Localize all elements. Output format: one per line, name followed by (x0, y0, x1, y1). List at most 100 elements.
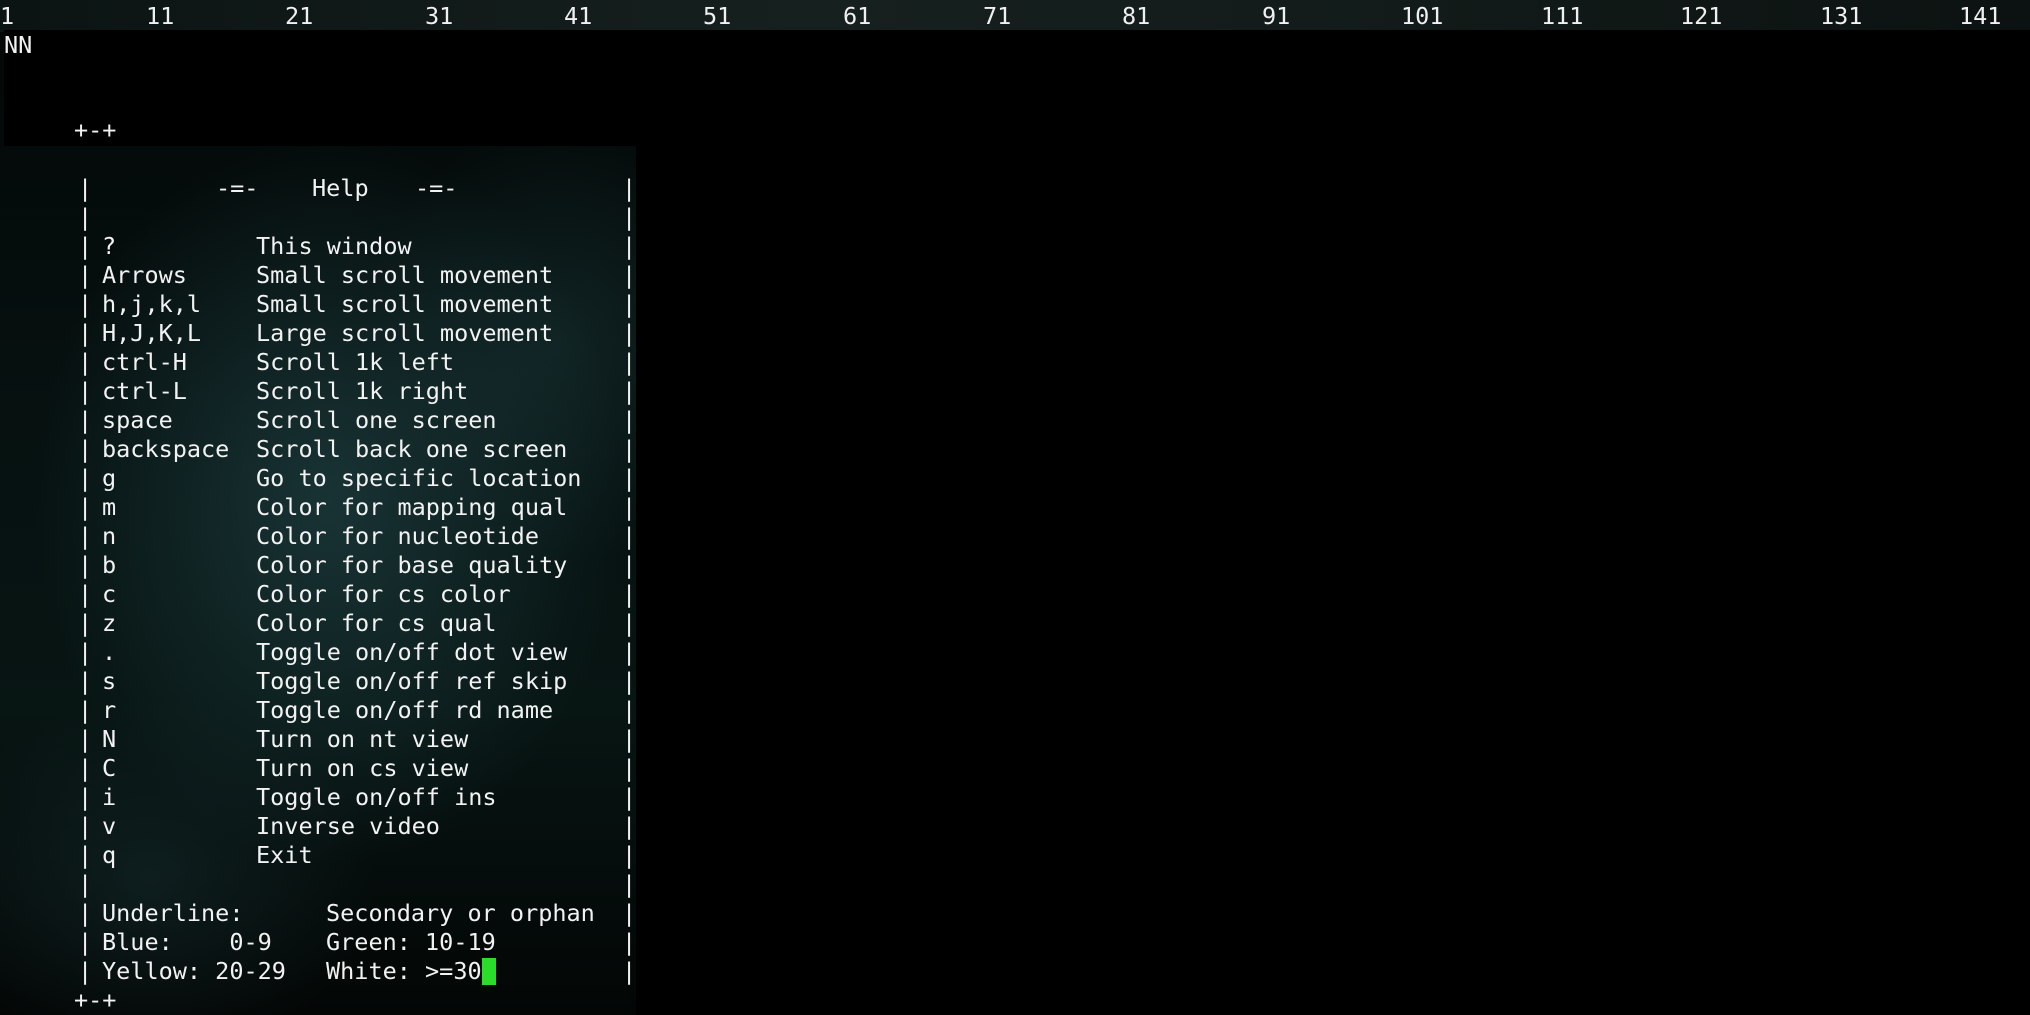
shortcut-row: | | v Inverse video (0, 812, 636, 841)
shortcut-key: s (102, 667, 117, 695)
legend-value: Secondary or orphan (326, 899, 595, 927)
shortcut-row: | | N Turn on nt view (0, 725, 636, 754)
help-border-right: | (622, 522, 637, 550)
help-border-left: | (78, 203, 93, 231)
shortcut-description: Small scroll movement (256, 290, 554, 318)
help-border-right: | (622, 493, 637, 521)
help-border-right: | (622, 377, 637, 405)
help-border-left: | (78, 348, 93, 376)
help-title: Help (312, 174, 369, 202)
shortcut-key: . (102, 638, 117, 666)
help-border-right: | (622, 174, 637, 202)
help-border-right: | (622, 232, 637, 260)
shortcut-key: m (102, 493, 117, 521)
help-border-left: | (78, 406, 93, 434)
legend-label: Underline: (102, 899, 244, 927)
help-border-right: | (622, 261, 637, 289)
ruler-position-label: 51 (703, 2, 732, 30)
terminal-screen[interactable]: 1 11 21 31 41 51 61 71 81 91 101 111 121 131 141 NN +-… (0, 0, 2030, 1015)
help-title-row: | | -=- Help -=- (0, 174, 636, 203)
help-border-right: | (622, 957, 637, 985)
shortcut-description: Color for base quality (256, 551, 568, 579)
shortcut-key: q (102, 841, 117, 869)
help-border-right: | (622, 667, 637, 695)
shortcut-description: Turn on nt view (256, 725, 469, 753)
shortcut-key: ctrl-L (102, 377, 187, 405)
legend-value: White: >=30 (326, 957, 482, 985)
shortcut-row: | | c Color for cs color (0, 580, 636, 609)
shortcut-row: | | n Color for nucleotide (0, 522, 636, 551)
shortcut-row: | | q Exit (0, 841, 636, 870)
help-border-right: | (622, 203, 637, 231)
shortcut-description: Toggle on/off ins (256, 783, 497, 811)
shortcut-description: Scroll 1k left (256, 348, 455, 376)
shortcut-row: | | H,J,K,L Large scroll movement (0, 319, 636, 348)
help-border-left: | (78, 319, 93, 347)
color-legend-row: | | Yellow: 20-29 White: >=30 (0, 957, 636, 986)
position-ruler: 1 11 21 31 41 51 61 71 81 91 101 111 121 131 141 (0, 0, 2030, 32)
ruler-position-label: 1 (0, 2, 15, 30)
help-blank-row: | | (0, 870, 636, 899)
alignment-view-area (636, 146, 2030, 1015)
help-title-decoration: -=- (216, 174, 259, 202)
ruler-position-label: 111 (1541, 2, 1584, 30)
help-border-left: | (78, 261, 93, 289)
ruler-position-label: 61 (843, 2, 872, 30)
shortcut-key: N (102, 725, 117, 753)
help-border-right: | (622, 928, 637, 956)
help-border-right: | (622, 696, 637, 724)
shortcut-row: | | b Color for base quality (0, 551, 636, 580)
shortcut-row: | | ctrl-H Scroll 1k left (0, 348, 636, 377)
help-border-right: | (622, 754, 637, 782)
shortcut-row: | | C Turn on cs view (0, 754, 636, 783)
shortcut-key: c (102, 580, 117, 608)
help-border-left: | (78, 232, 93, 260)
help-border-left: | (78, 551, 93, 579)
shortcut-row: | | ctrl-L Scroll 1k right (0, 377, 636, 406)
help-border-right: | (622, 319, 637, 347)
shortcut-key: ctrl-H (102, 348, 187, 376)
shortcut-key: g (102, 464, 117, 492)
help-border-right: | (622, 841, 637, 869)
help-border-left: | (78, 435, 93, 463)
ruler-position-label: 81 (1122, 2, 1151, 30)
shortcut-description: Color for cs color (256, 580, 511, 608)
help-border-right: | (622, 783, 637, 811)
help-border-left: | (78, 783, 93, 811)
shortcut-description: Scroll one screen (256, 406, 497, 434)
shortcut-row: | | space Scroll one screen (0, 406, 636, 435)
help-border-left: | (78, 667, 93, 695)
ruler-position-label: 11 (146, 2, 175, 30)
help-border-left: | (78, 580, 93, 608)
ruler-position-label: 141 (1959, 2, 2002, 30)
shortcut-row: | | r Toggle on/off rd name (0, 696, 636, 725)
help-border-left: | (78, 870, 93, 898)
shortcut-row: | | backspace Scroll back one screen (0, 435, 636, 464)
help-border-right: | (622, 551, 637, 579)
help-blank-row: | | (0, 203, 636, 232)
shortcut-key: z (102, 609, 117, 637)
shortcut-key: v (102, 812, 117, 840)
shortcut-key: r (102, 696, 117, 724)
ruler-position-label: 121 (1680, 2, 1723, 30)
help-border-left: | (78, 464, 93, 492)
shortcut-row: | | m Color for mapping qual (0, 493, 636, 522)
shortcut-description: Turn on cs view (256, 754, 469, 782)
help-border-right: | (622, 290, 637, 318)
shortcut-key: H,J,K,L (102, 319, 202, 347)
help-border-left: | (78, 377, 93, 405)
shortcut-row: | | Arrows Small scroll movement (0, 261, 636, 290)
help-border-right: | (622, 348, 637, 376)
help-border-left: | (78, 290, 93, 318)
shortcut-description: Color for nucleotide (256, 522, 539, 550)
ruler-position-label: 91 (1262, 2, 1291, 30)
help-border-right: | (622, 435, 637, 463)
shortcut-description: Color for cs qual (256, 609, 497, 637)
shortcut-description: Scroll 1k right (256, 377, 469, 405)
shortcut-row: | | i Toggle on/off ins (0, 783, 636, 812)
shortcut-key: C (102, 754, 117, 782)
help-border-right: | (622, 406, 637, 434)
legend-label: Blue: 0-9 (102, 928, 272, 956)
help-border-right: | (622, 899, 637, 927)
reference-sequence: NN (4, 31, 33, 59)
